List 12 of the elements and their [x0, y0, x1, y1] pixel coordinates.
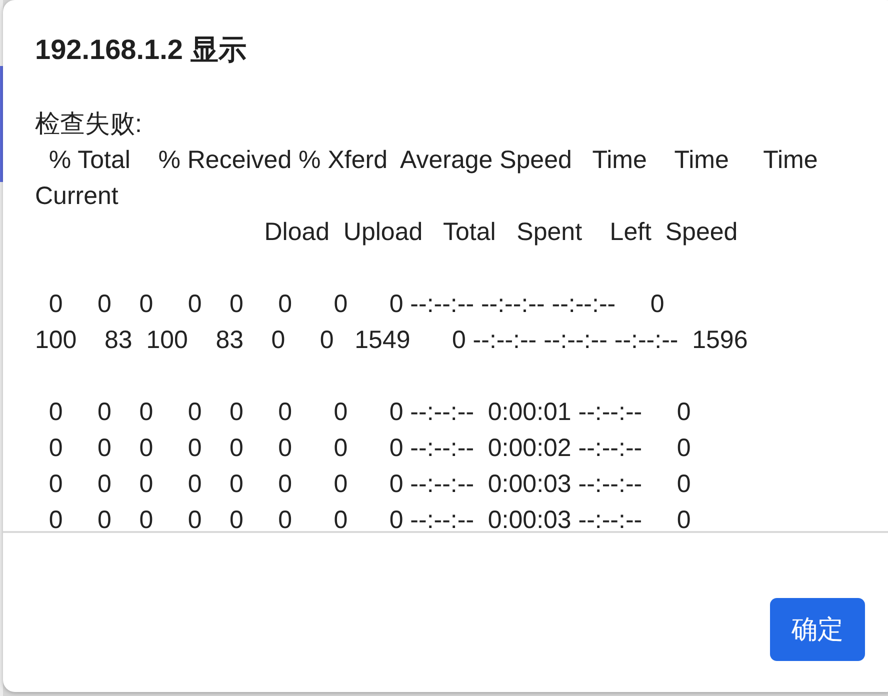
console-line: 100 83 100 83 0 0 1549 0 --:--:-- --:--:-- --:--:-- 1596 — [35, 325, 748, 356]
dialog-title: 192.168.1.2 显示 — [34, 33, 248, 67]
console-line: 0 0 0 0 0 0 0 0 --:--:-- --:--:-- --:--:-- 0 — [48, 289, 664, 320]
console-line: Dload Upload Total Spent Left Speed — [263, 217, 738, 248]
console-line: 0 0 0 0 0 0 0 0 --:--:-- 0:00:01 --:--:-- 0 — [48, 397, 691, 428]
console-line: 0 0 0 0 0 0 0 0 --:--:-- 0:00:02 --:--:-- 0 — [48, 433, 691, 464]
console-line: Current — [35, 181, 118, 212]
confirm-button[interactable]: 确定 — [770, 598, 865, 661]
console-line: % Total % Received % Xferd Average Speed Time Time Time — [48, 145, 818, 176]
console-line: 0 0 0 0 0 0 0 0 --:--:-- 0:00:03 --:--:-- 0 — [48, 505, 691, 531]
console-line: 0 0 0 0 0 0 0 0 --:--:-- 0:00:03 --:--:-- 0 — [48, 469, 691, 500]
message-heading: 检查失败: — [35, 109, 142, 140]
